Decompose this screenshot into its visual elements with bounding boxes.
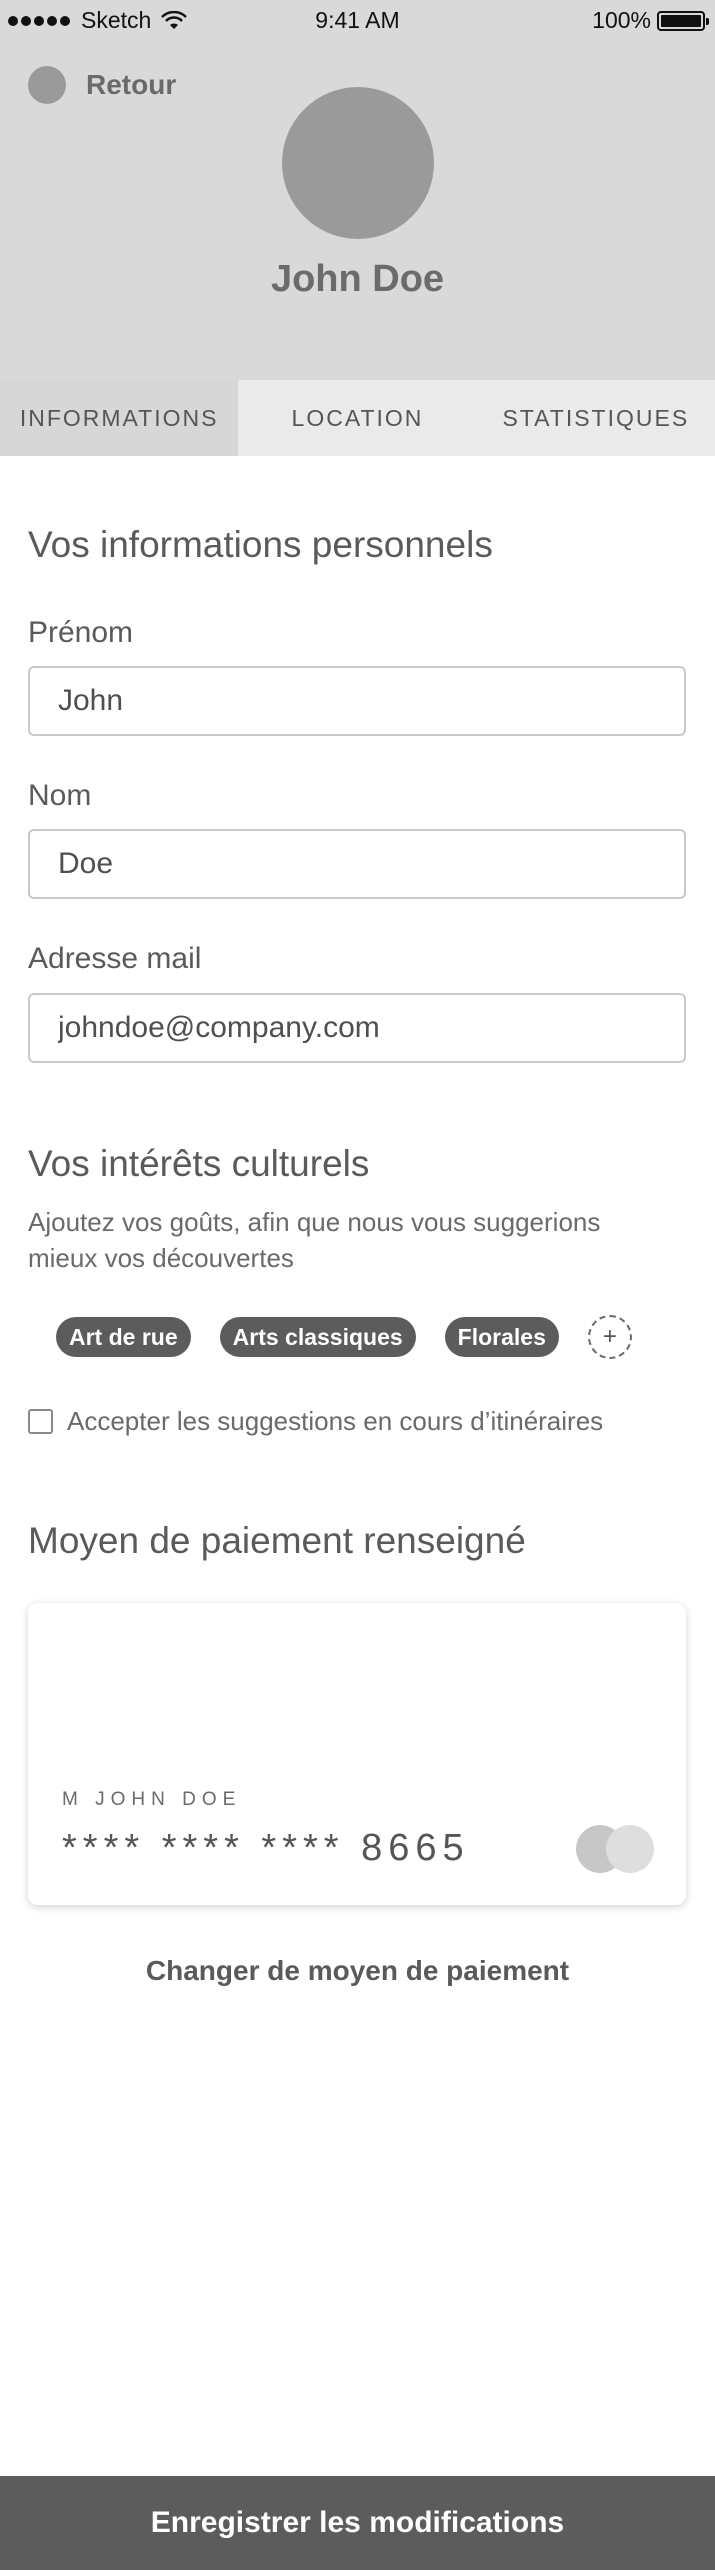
change-payment-link[interactable]: Changer de moyen de paiement (0, 1955, 715, 1987)
profile-header: Sketch 9:41 AM 100% Retour John Doe (0, 0, 715, 380)
suggestions-option: Accepter les suggestions en cours d’itin… (28, 1406, 603, 1437)
email-label: Adresse mail (28, 942, 202, 975)
interest-chips: Art de rue Arts classiques Florales + (56, 1315, 632, 1359)
first-name-label: Prénom (28, 616, 134, 649)
interests-description: Ajoutez vos goûts, afin que nous vous su… (28, 1207, 601, 1273)
back-label: Retour (86, 69, 177, 100)
back-button[interactable]: Retour (28, 66, 176, 104)
status-bar-right: 100% (592, 7, 709, 34)
card-holder-name: M JOHN DOE (62, 1789, 242, 1810)
interests-title: Vos intérêts culturels (28, 1143, 370, 1184)
battery-icon (657, 10, 709, 31)
last-name-label: Nom (28, 779, 92, 812)
card-brand-icon (576, 1823, 658, 1875)
tab-statistiques[interactable]: STATISTIQUES (477, 380, 715, 456)
user-name: John Doe (270, 258, 445, 300)
suggestions-checkbox[interactable] (28, 1409, 53, 1434)
save-button[interactable]: Enregistrer les modifications (0, 2476, 715, 2570)
tab-bar: INFORMATIONS LOCATION STATISTIQUES (0, 380, 715, 456)
suggestions-checkbox-label: Accepter les suggestions en cours d’itin… (67, 1406, 604, 1436)
personal-info-title: Vos informations personnels (28, 524, 493, 565)
interest-chip[interactable]: Florales (444, 1317, 559, 1357)
status-bar: Sketch 9:41 AM 100% (0, 0, 715, 42)
tab-location[interactable]: LOCATION (238, 380, 476, 456)
tab-informations[interactable]: INFORMATIONS (0, 380, 239, 456)
interest-chip[interactable]: Arts classiques (219, 1317, 416, 1357)
add-interest-button[interactable]: + (587, 1315, 632, 1359)
card-number: **** **** **** 8665 (62, 1827, 470, 1869)
payment-title: Moyen de paiement renseigné (28, 1520, 526, 1561)
payment-card[interactable]: M JOHN DOE **** **** **** 8665 (28, 1603, 686, 1905)
email-field[interactable] (28, 993, 686, 1063)
battery-percent: 100% (592, 7, 651, 33)
first-name-field[interactable] (28, 666, 686, 736)
interest-chip[interactable]: Art de rue (56, 1317, 191, 1357)
plus-icon: + (602, 1323, 617, 1350)
back-icon (28, 66, 66, 104)
avatar[interactable] (282, 87, 434, 239)
last-name-field[interactable] (28, 829, 686, 899)
